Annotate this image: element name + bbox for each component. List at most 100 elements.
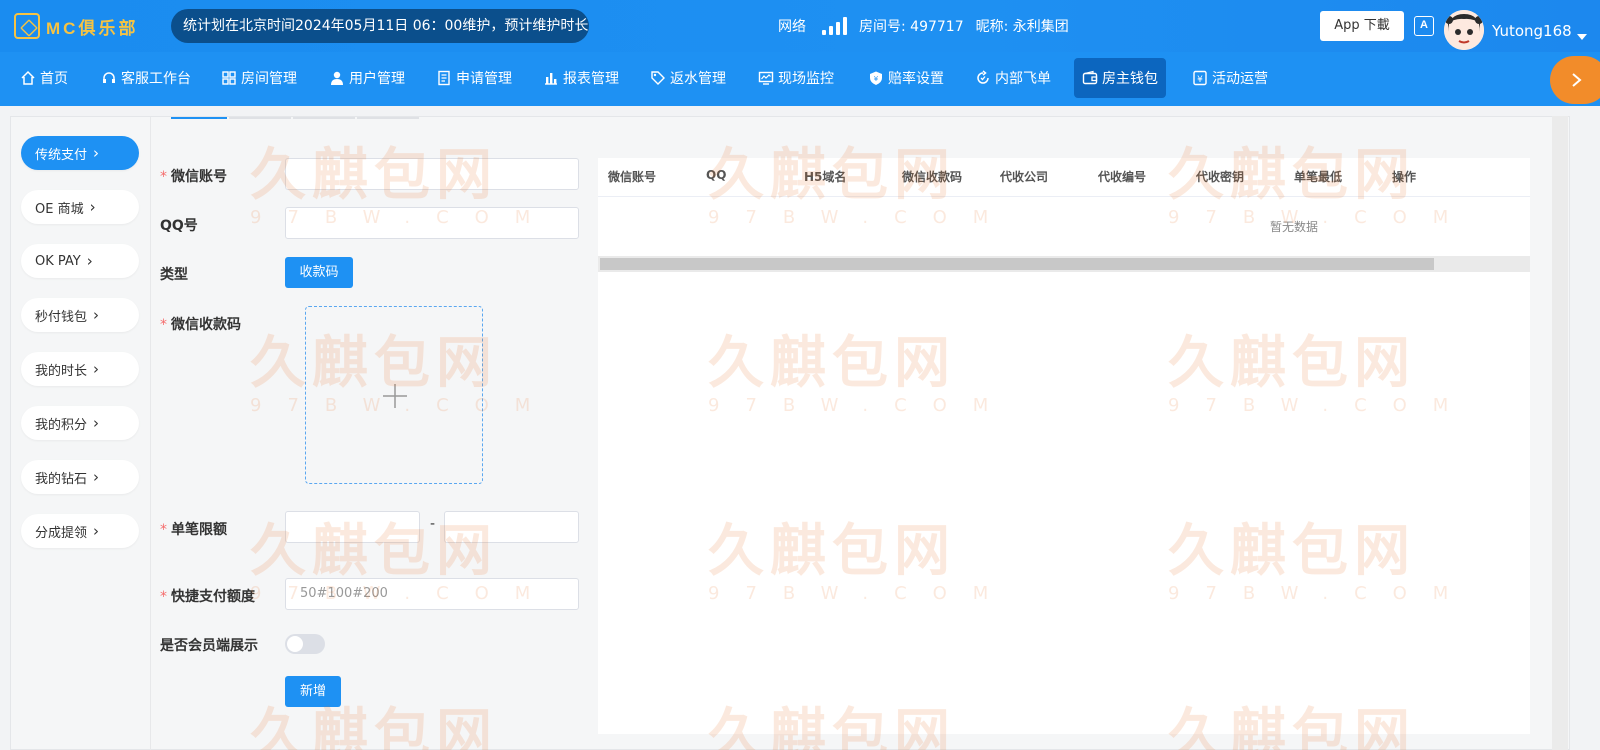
document-icon — [438, 70, 450, 86]
nav-item-application-management[interactable]: 申请管理 — [428, 58, 520, 98]
monitor-icon — [758, 71, 774, 85]
grid-icon — [222, 71, 236, 85]
signal-icon — [822, 17, 847, 35]
room-number: 房间号: 497717 — [859, 19, 964, 35]
nav-scroll-right-button[interactable] — [1550, 56, 1600, 104]
table-header-cell: 操作 — [1392, 170, 1417, 184]
required-mark: * — [160, 317, 167, 333]
quick-amount-input[interactable]: 50#100#200 — [285, 578, 579, 610]
tab-stub — [357, 117, 419, 119]
tab-stub — [293, 117, 355, 119]
sidebar-item-label: 秒付钱包 — [35, 309, 88, 325]
sidebar-item-instant-wallet[interactable]: 秒付钱包 › — [21, 298, 139, 332]
nav-label: 房主钱包 — [1102, 71, 1158, 87]
nav-label: 内部飞单 — [995, 71, 1051, 87]
sidebar-item-label: 传统支付 — [35, 147, 88, 163]
sidebar-item-my-diamonds[interactable]: 我的钻石 › — [21, 460, 139, 494]
nav-item-internal-orders[interactable]: 内部飞单 — [967, 58, 1059, 98]
sidebar-item-traditional-payment[interactable]: 传统支付 › — [21, 136, 139, 170]
nav-label: 申请管理 — [456, 71, 512, 87]
sidebar-item-revenue-withdraw[interactable]: 分成提领 › — [21, 514, 139, 548]
member-display-toggle[interactable] — [285, 634, 325, 654]
nav-item-home[interactable]: 首页 — [12, 58, 76, 98]
nav-item-rebate-management[interactable]: 返水管理 — [642, 58, 734, 98]
sidebar-item-oe-mall[interactable]: OE 商城 › — [21, 190, 139, 224]
nav-label: 返水管理 — [670, 71, 726, 87]
sidebar-item-label: OE 商城 — [35, 201, 84, 217]
shield-icon: ¥ — [870, 71, 882, 85]
nav-label: 客服工作台 — [121, 71, 191, 87]
translate-icon[interactable]: A — [1414, 16, 1434, 36]
wechat-account-label: * 微信账号 — [160, 169, 227, 185]
limit-min-input[interactable] — [285, 511, 420, 543]
chevron-right-icon: › — [93, 522, 100, 540]
bar-chart-icon — [545, 73, 557, 85]
refresh-icon — [977, 70, 989, 84]
logo-text: MC俱乐部 — [46, 18, 139, 38]
limit-label: * 单笔限额 — [160, 522, 227, 538]
qq-label: QQ号 — [160, 218, 198, 234]
table-header-cell: 代收公司 — [1000, 170, 1049, 184]
nav-item-service-desk[interactable]: 客服工作台 — [93, 58, 199, 98]
nickname: 昵称: 永利集团 — [975, 19, 1069, 35]
sidebar-item-my-points[interactable]: 我的积分 › — [21, 406, 139, 440]
tab-stub — [229, 117, 291, 119]
qq-input[interactable] — [285, 207, 579, 239]
nav-label: 房间管理 — [241, 71, 297, 87]
user-icon — [331, 71, 343, 85]
chevron-right-icon: › — [93, 468, 100, 486]
sidebar-item-label: 我的时长 — [35, 363, 88, 379]
yen-icon: ¥ — [1193, 70, 1207, 86]
sidebar-item-label: 分成提领 — [35, 525, 88, 541]
nav-label: 赔率设置 — [888, 71, 944, 87]
limit-max-input[interactable] — [444, 511, 579, 543]
table-body-area — [598, 278, 1530, 734]
empty-state-text: 暂无数据 — [1270, 220, 1319, 234]
table-header-cell: H5域名 — [804, 170, 847, 184]
avatar[interactable] — [1444, 10, 1484, 50]
logo[interactable]: MC俱乐部 — [14, 10, 138, 42]
nav-item-user-management[interactable]: 用户管理 — [321, 58, 413, 98]
chevron-right-icon — [1572, 73, 1582, 87]
chevron-right-icon: › — [93, 414, 100, 432]
add-button[interactable]: 新增 — [285, 676, 341, 707]
nav-item-report-management[interactable]: 报表管理 — [535, 58, 627, 98]
table-header-cell: 代收编号 — [1098, 170, 1147, 184]
quick-amount-label: * 快捷支付额度 — [160, 589, 255, 605]
sidebar-item-ok-pay[interactable]: OK PAY › — [21, 244, 139, 278]
scrollbar-thumb[interactable] — [600, 258, 1434, 270]
required-mark: * — [160, 522, 167, 538]
app-download-button[interactable]: App 下載 — [1320, 11, 1404, 41]
nav-item-activity-operations[interactable]: ¥ 活动运营 — [1184, 58, 1276, 98]
nav-item-odds-settings[interactable]: ¥ 赔率设置 — [860, 58, 952, 98]
chevron-down-icon[interactable] — [1577, 34, 1587, 40]
top-bar: MC俱乐部 统计划在北京时间2024年05月11日 06：00维护，预计维护时长… — [0, 0, 1600, 52]
nav-item-room-management[interactable]: 房间管理 — [213, 58, 305, 98]
wallet-sidebar: 传统支付 › OE 商城 › OK PAY › 秒付钱包 › 我的时长 › 我的积分 › 我… — [11, 117, 151, 750]
nav-item-live-monitor[interactable]: 现场监控 — [750, 58, 842, 98]
sidebar-item-label: 我的钻石 — [35, 471, 88, 487]
nav-label: 用户管理 — [349, 71, 405, 87]
nav-item-owner-wallet[interactable]: 房主钱包 — [1074, 58, 1166, 98]
plus-icon — [383, 384, 407, 408]
table-header-cell: 微信账号 — [608, 170, 657, 184]
sidebar-item-label: 我的积分 — [35, 417, 88, 433]
wechat-account-input[interactable] — [285, 158, 579, 190]
chevron-right-icon: › — [93, 306, 100, 324]
horizontal-scrollbar[interactable] — [598, 256, 1530, 272]
type-label: 类型 — [160, 267, 188, 283]
network-label: 网络 — [778, 19, 806, 35]
sidebar-item-label: OK PAY — [35, 253, 81, 269]
svg-text:¥: ¥ — [874, 75, 879, 83]
headset-icon — [103, 72, 115, 83]
qr-code-type-button[interactable]: 收款码 — [285, 257, 353, 288]
table-header-cell: QQ — [706, 168, 727, 182]
nav-label: 现场监控 — [778, 71, 834, 87]
logo-icon — [14, 13, 40, 39]
vertical-scrollbar[interactable] — [1552, 116, 1568, 750]
required-mark: * — [160, 589, 167, 605]
chevron-right-icon: › — [86, 252, 93, 270]
sidebar-item-my-duration[interactable]: 我的时长 › — [21, 352, 139, 386]
table-header-cell: 单笔最低 — [1294, 170, 1343, 184]
qr-code-uploader[interactable] — [305, 306, 483, 484]
